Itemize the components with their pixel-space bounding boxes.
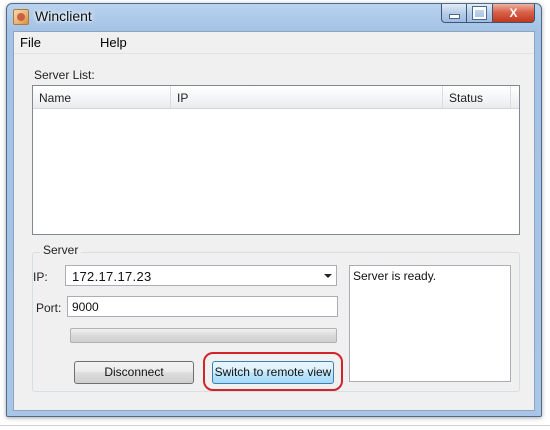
ip-label: IP: — [33, 270, 48, 284]
status-textbox[interactable]: Server is ready. — [349, 265, 511, 382]
winclient-window: Winclient X File Help Server List: Name … — [6, 3, 542, 417]
column-header-name[interactable]: Name — [33, 86, 171, 108]
caption-buttons: X — [441, 4, 535, 24]
switch-to-remote-view-button[interactable]: Switch to remote view — [212, 361, 334, 384]
client-area: File Help Server List: Name IP Status Se… — [13, 31, 535, 411]
server-list-header: Name IP Status — [33, 86, 519, 109]
minimize-button[interactable] — [441, 4, 467, 23]
server-group-label: Server — [40, 243, 82, 257]
server-list[interactable]: Name IP Status — [32, 85, 520, 235]
maximize-button[interactable] — [467, 4, 493, 23]
maximize-icon — [472, 6, 487, 20]
disconnect-button[interactable]: Disconnect — [74, 361, 194, 384]
server-list-label: Server List: — [34, 68, 95, 82]
app-icon[interactable] — [13, 9, 29, 25]
port-label: Port: — [36, 301, 62, 315]
ip-combobox[interactable]: 172.17.17.23 — [65, 265, 337, 286]
window-title: Winclient — [35, 8, 92, 24]
menu-file[interactable]: File — [18, 35, 43, 50]
minimize-icon — [448, 13, 460, 19]
menu-bar: File Help — [14, 32, 534, 54]
connection-progress-bar — [70, 328, 337, 343]
column-header-status[interactable]: Status — [443, 86, 511, 108]
menu-help[interactable]: Help — [98, 35, 129, 50]
close-icon: X — [509, 6, 518, 20]
chevron-down-icon[interactable] — [324, 274, 332, 278]
close-button[interactable]: X — [493, 4, 535, 23]
column-header-ip[interactable]: IP — [171, 86, 443, 108]
divider — [0, 425, 550, 426]
ip-value: 172.17.17.23 — [72, 269, 152, 284]
title-bar[interactable]: Winclient X — [7, 4, 541, 31]
port-input[interactable]: 9000 — [67, 296, 338, 317]
